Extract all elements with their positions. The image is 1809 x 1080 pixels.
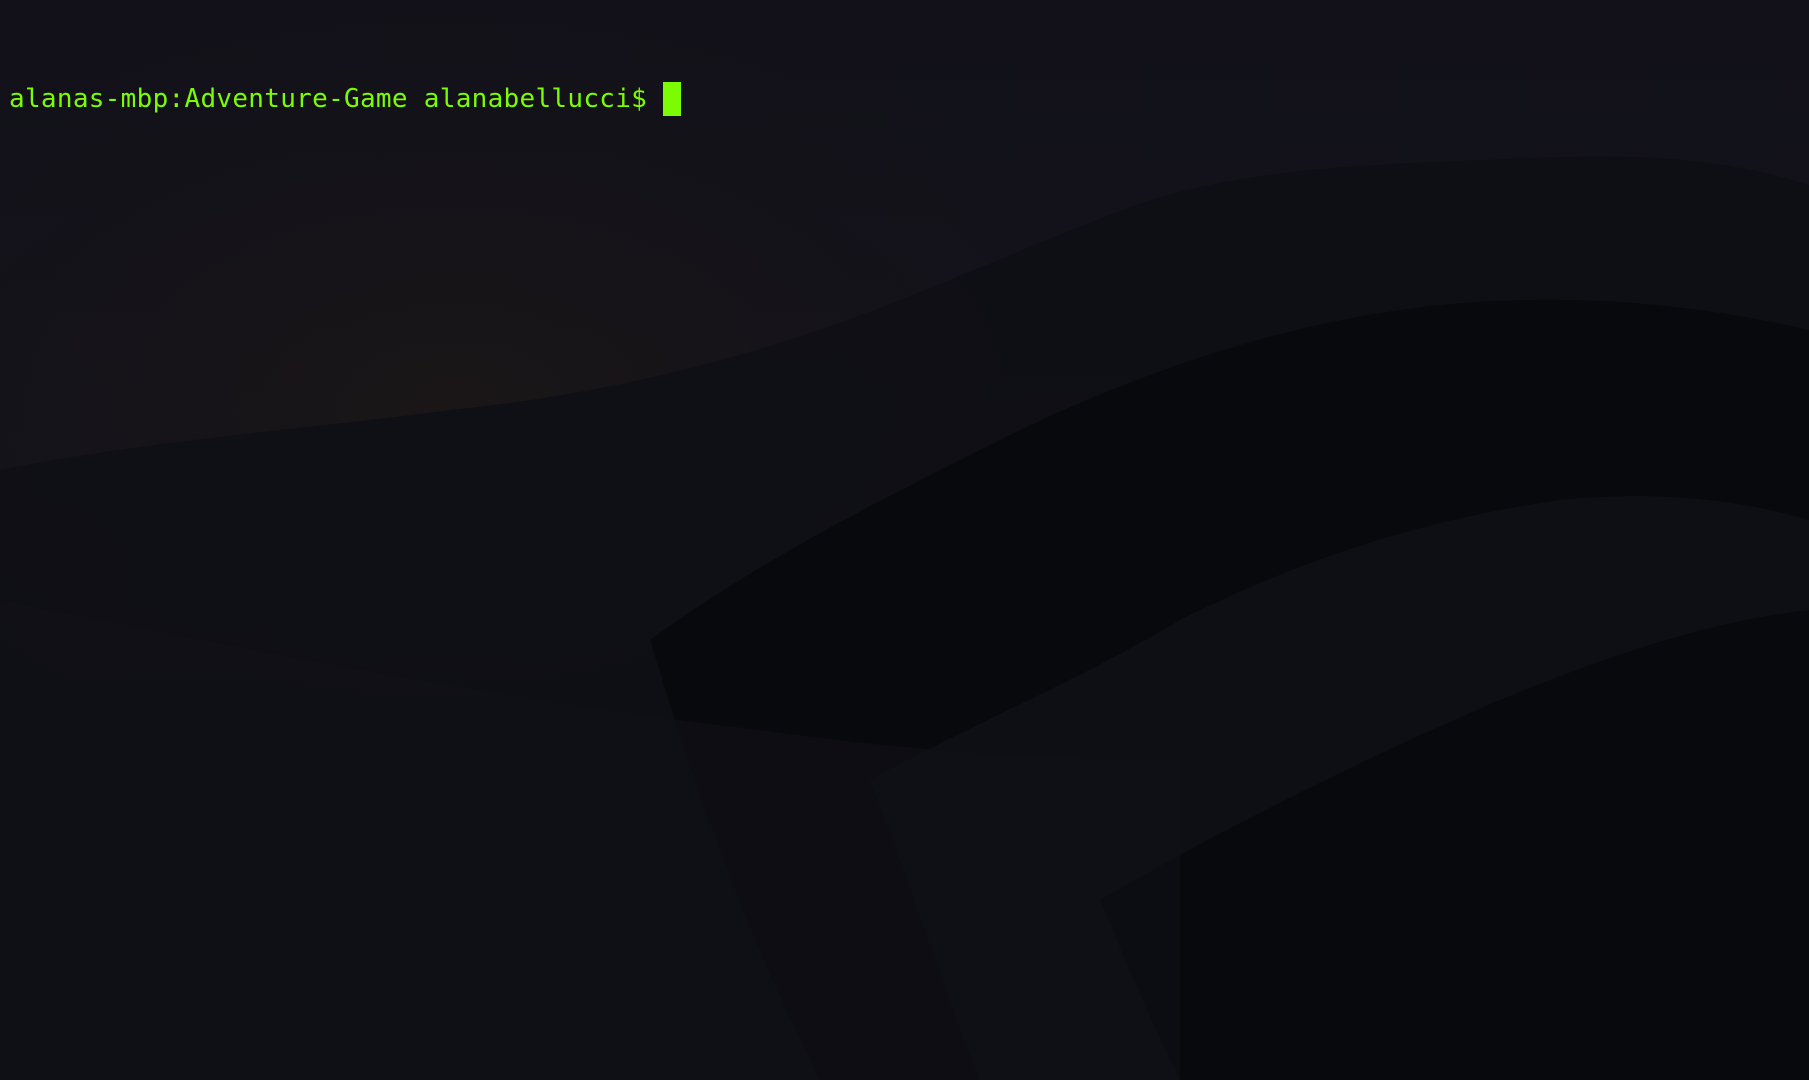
text-cursor [663, 82, 682, 116]
terminal-output[interactable]: alanas-mbp:Adventure-Game alanabellucci$ [9, 4, 1800, 194]
terminal-window[interactable]: alanas-mbp:Adventure-Game alanabellucci$ [0, 0, 1809, 1080]
shell-prompt: alanas-mbp:Adventure-Game alanabellucci$ [9, 84, 648, 114]
prompt-line[interactable]: alanas-mbp:Adventure-Game alanabellucci$ [9, 80, 1800, 118]
